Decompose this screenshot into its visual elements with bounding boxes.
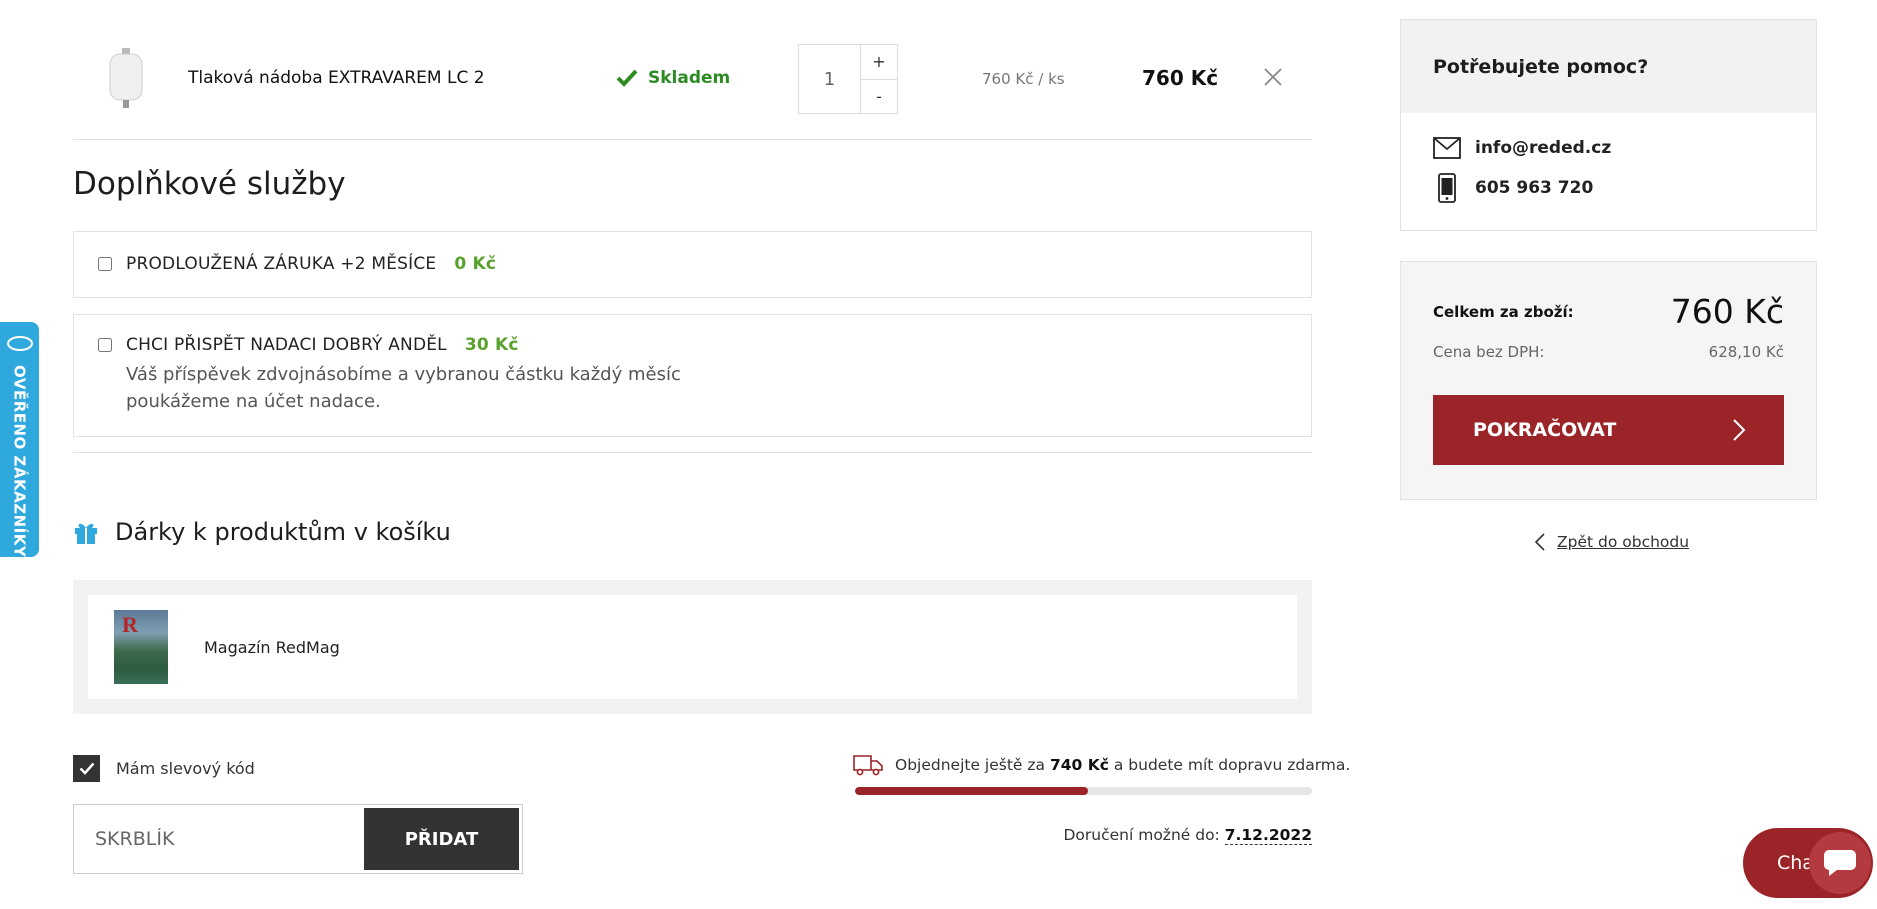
product-name[interactable]: Tlaková nádoba EXTRAVAREM LC 2 <box>188 68 485 88</box>
gifts-title: Dárky k produktům v košíku <box>115 518 451 546</box>
net-price-label: Cena bez DPH: <box>1433 343 1545 361</box>
product-image[interactable] <box>104 48 148 110</box>
donation-price: 30 Kč <box>464 335 519 355</box>
chevron-left-icon <box>1535 533 1545 551</box>
net-price-value: 628,10 Kč <box>1708 343 1784 361</box>
free-shipping-message: Objednejte ještě za 740 Kč a budete mít … <box>853 754 1350 776</box>
total-label: Celkem za zboží: <box>1433 302 1574 321</box>
coupon-input[interactable] <box>77 808 364 870</box>
gift-image: R <box>114 610 168 684</box>
delivery-label: Doručení možné do: <box>1063 826 1220 844</box>
gift-name: Magazín RedMag <box>204 637 340 657</box>
line-total: 760 Kč <box>1142 66 1219 90</box>
gift-logo-letter: R <box>122 612 138 637</box>
coupon-label: Mám slevový kód <box>116 759 255 778</box>
continue-label: POKRAČOVAT <box>1473 419 1617 441</box>
divider <box>73 139 1312 140</box>
gift-icon <box>75 523 97 544</box>
shipping-suffix: a budete mít dopravu zdarma. <box>1113 756 1351 774</box>
help-email-text: info@reded.cz <box>1475 138 1612 158</box>
back-to-shop-link[interactable]: Zpět do obchodu <box>1535 533 1689 551</box>
service-option-warranty: PRODLOUŽENÁ ZÁRUKA +2 MĚSÍCE 0 Kč <box>73 231 1312 298</box>
help-box: Potřebujete pomoc? info@reded.cz 605 963… <box>1400 19 1817 231</box>
warranty-price: 0 Kč <box>454 254 497 274</box>
add-coupon-button[interactable]: PŘIDAT <box>364 808 519 870</box>
services-title: Doplňkové služby <box>73 166 346 202</box>
quantity-decrease-button[interactable]: - <box>861 79 897 113</box>
shipping-remaining: 740 Kč <box>1049 756 1109 774</box>
warranty-checkbox[interactable] <box>98 257 112 271</box>
truck-icon <box>853 755 883 776</box>
chat-bubble-icon <box>1809 832 1871 894</box>
delivery-info: Doručení možné do: 7.12.2022 <box>1063 826 1312 845</box>
shipping-prefix: Objednejte ještě za <box>895 756 1046 774</box>
donation-description: Váš příspěvek zdvojnásobíme a vybranou č… <box>126 364 681 412</box>
phone-icon <box>1438 173 1456 203</box>
verified-tab-text: OVĚŘENO ZÁKAZNÍKY <box>10 364 29 557</box>
list-item: R Magazín RedMag <box>88 595 1297 699</box>
gifts-header: Dárky k produktům v košíku <box>73 518 451 546</box>
help-email[interactable]: info@reded.cz <box>1401 137 1816 159</box>
service-option-donation: CHCI PŘISPĚT NADACI DOBRÝ ANDĚL 30 Kč Vá… <box>73 314 1312 437</box>
stock-status: Skladem <box>616 68 730 88</box>
order-summary: Celkem za zboží: 760 Kč Cena bez DPH: 62… <box>1400 261 1817 500</box>
quantity-stepper: + - <box>798 44 898 114</box>
back-link-text: Zpět do obchodu <box>1557 533 1690 551</box>
checkmark-icon <box>616 69 638 87</box>
help-phone[interactable]: 605 963 720 <box>1401 173 1816 203</box>
service-option-label[interactable]: CHCI PŘISPĚT NADACI DOBRÝ ANDĚL 30 Kč <box>98 335 1311 355</box>
chat-button[interactable]: Chat <box>1743 828 1873 898</box>
total-value: 760 Kč <box>1670 292 1784 331</box>
stock-label: Skladem <box>648 68 731 88</box>
divider <box>73 452 1312 453</box>
coupon-form: PŘIDAT <box>73 804 523 874</box>
remove-item-button[interactable] <box>1262 66 1284 88</box>
mail-icon <box>1433 137 1461 159</box>
service-option-label[interactable]: PRODLOUŽENÁ ZÁRUKA +2 MĚSÍCE 0 Kč <box>98 254 1311 274</box>
continue-button[interactable]: POKRAČOVAT <box>1433 395 1784 465</box>
delivery-date[interactable]: 7.12.2022 <box>1224 826 1312 845</box>
donation-checkbox[interactable] <box>98 338 112 352</box>
coupon-checkbox[interactable] <box>73 755 100 782</box>
unit-price: 760 Kč / ks <box>982 70 1065 88</box>
quantity-increase-button[interactable]: + <box>861 45 897 80</box>
help-phone-text: 605 963 720 <box>1475 178 1594 198</box>
close-icon <box>1264 68 1282 86</box>
checkmark-icon <box>79 762 94 775</box>
chevron-right-icon <box>1733 419 1746 441</box>
verified-badge-icon <box>6 336 33 351</box>
donation-label: CHCI PŘISPĚT NADACI DOBRÝ ANDĚL <box>126 335 447 355</box>
quantity-input[interactable] <box>799 45 861 113</box>
free-shipping-progress <box>855 787 1312 795</box>
help-title: Potřebujete pomoc? <box>1401 20 1816 113</box>
warranty-label: PRODLOUŽENÁ ZÁRUKA +2 MĚSÍCE <box>126 254 437 274</box>
verified-by-customers-tab[interactable]: OVĚŘENO ZÁKAZNÍKY <box>0 322 39 557</box>
progress-fill <box>855 787 1089 795</box>
gift-list: R Magazín RedMag <box>73 580 1312 714</box>
coupon-toggle[interactable]: Mám slevový kód <box>73 755 255 782</box>
